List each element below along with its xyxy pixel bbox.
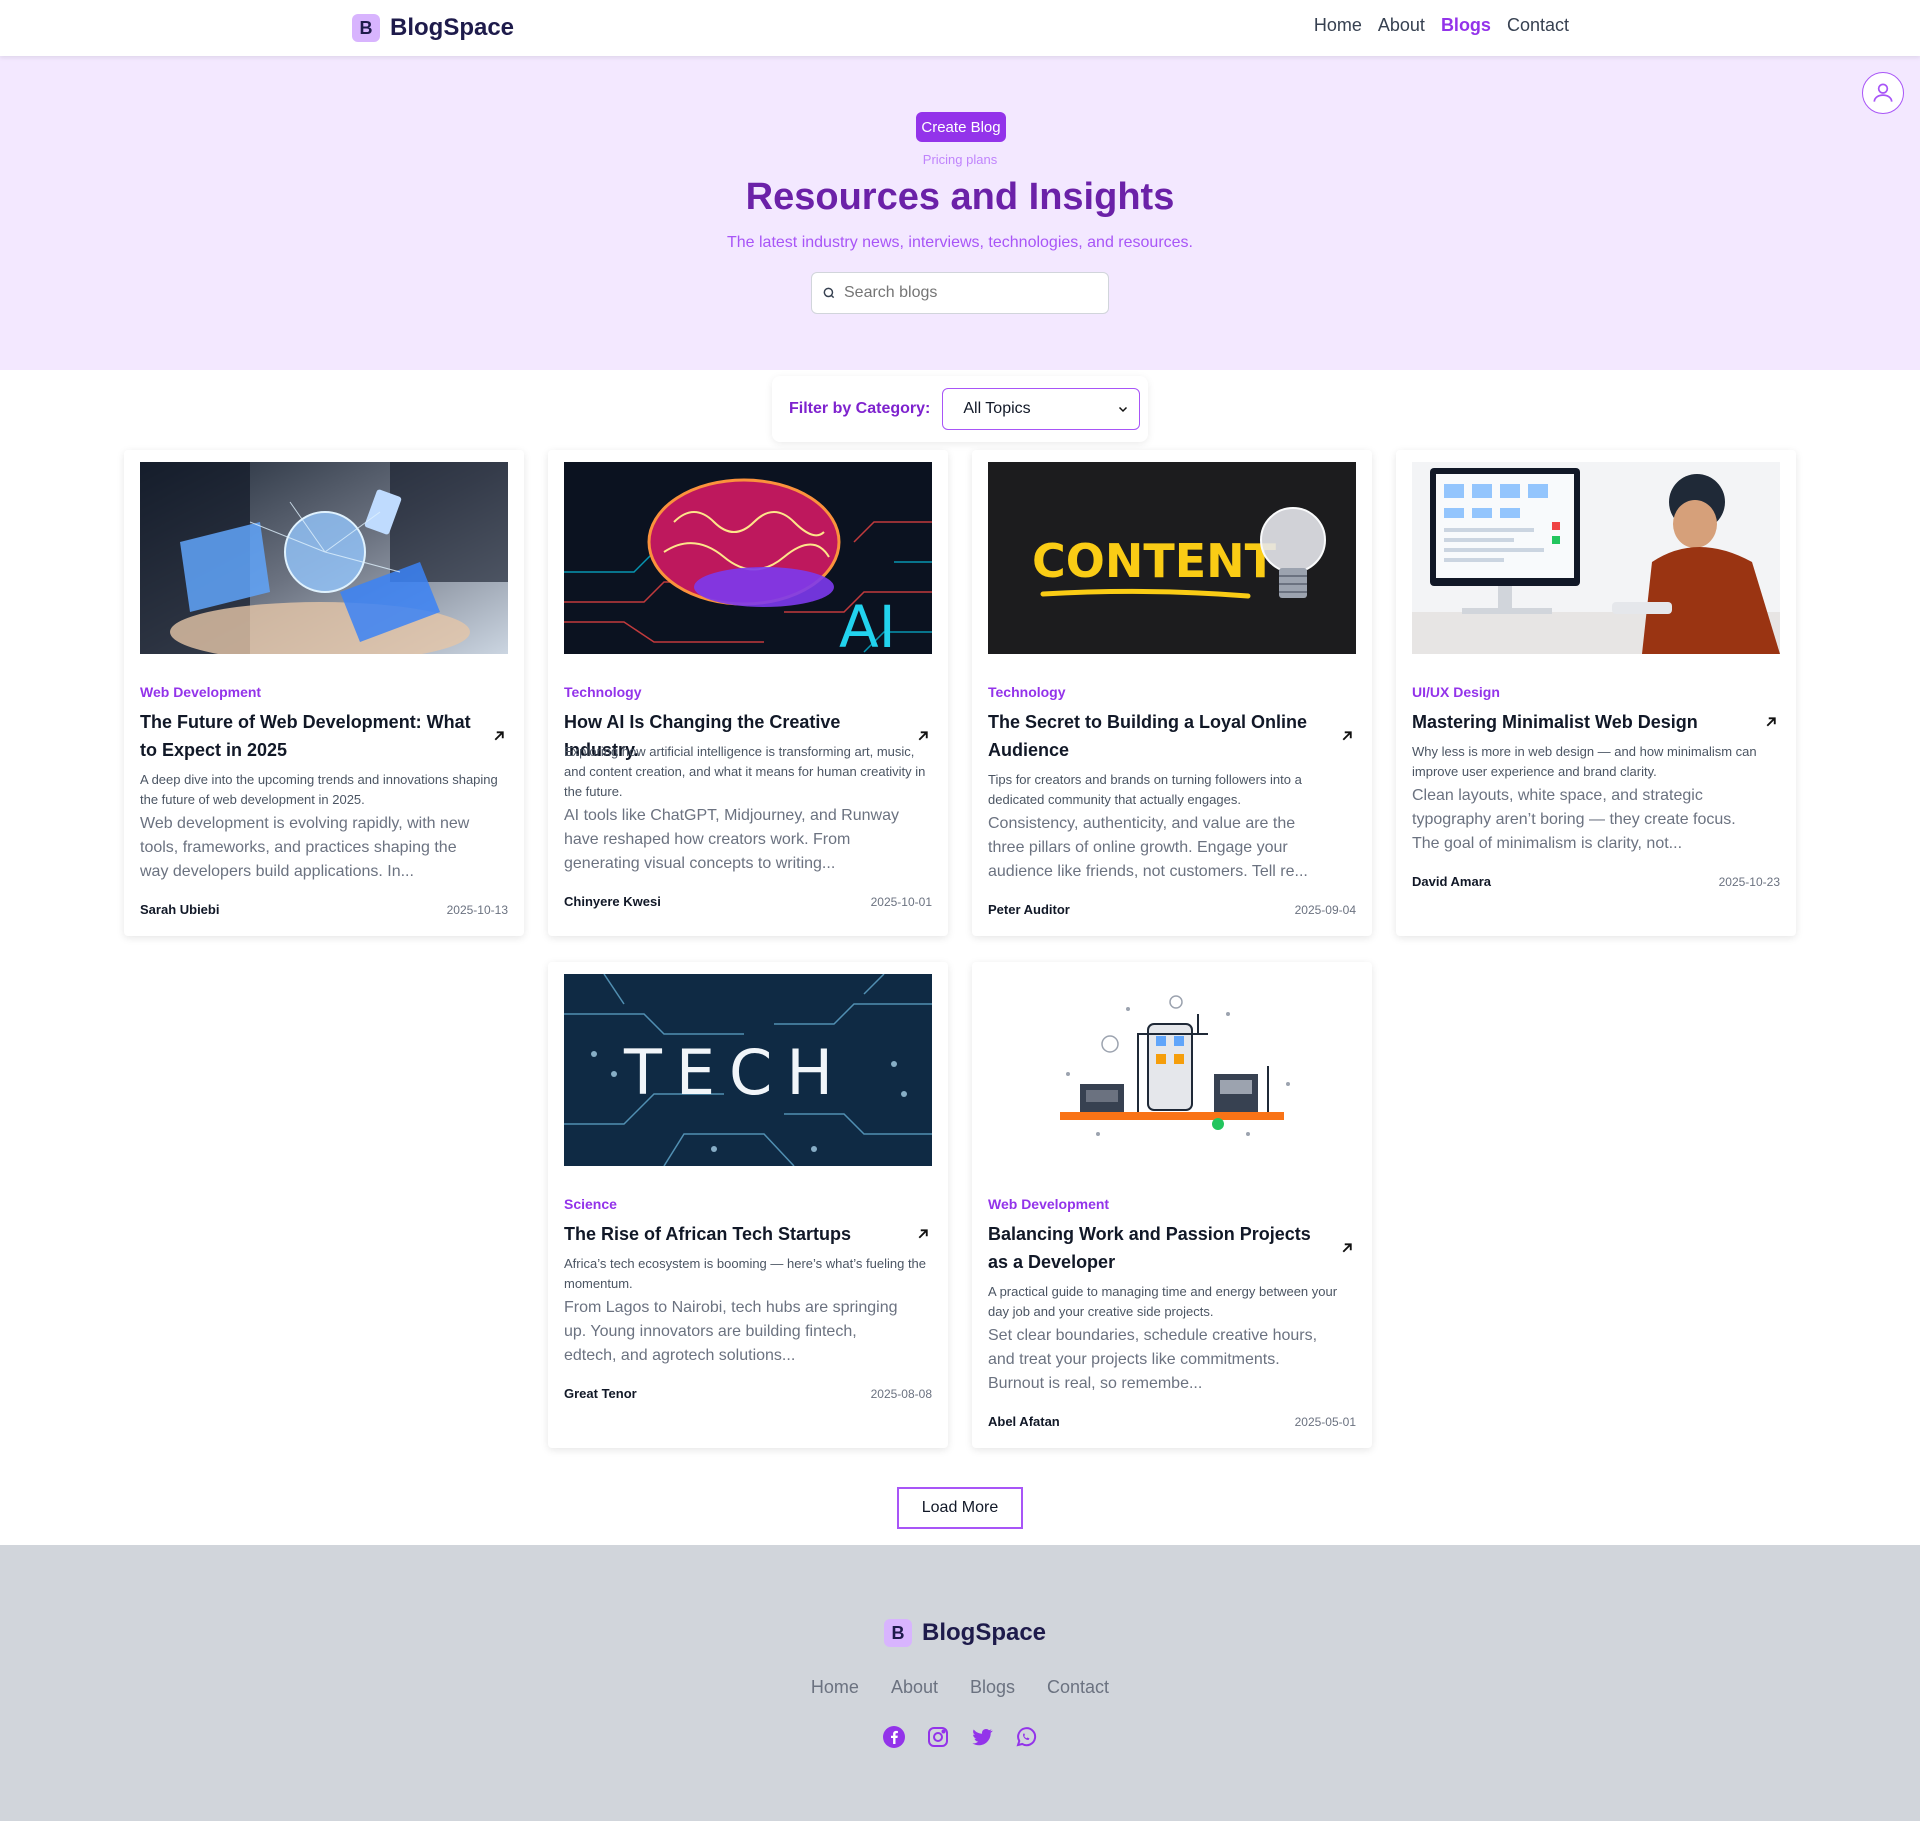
footer-brand-logo[interactable]: B BlogSpace — [884, 1619, 1046, 1647]
search-box — [811, 272, 1109, 314]
nav-home[interactable]: Home — [1314, 15, 1362, 36]
post-category: Web Development — [988, 1196, 1110, 1212]
post-title[interactable]: The Future of Web Development: What to E… — [140, 708, 480, 764]
footer-brand-badge: B — [884, 1619, 912, 1647]
hero-section: Create Blog Pricing plans Resources and … — [0, 56, 1920, 370]
footer-brand-name: BlogSpace — [922, 1619, 1047, 1646]
post-author: Abel Afatan — [988, 1414, 1060, 1429]
post-date: 2025-10-23 — [1718, 875, 1780, 889]
category-select[interactable]: All Topics — [942, 388, 1141, 430]
post-title[interactable]: The Secret to Building a Loyal Online Au… — [988, 708, 1328, 764]
post-body-preview: AI tools like ChatGPT, Midjourney, and R… — [564, 807, 899, 872]
post-author: Sarah Ubiebi — [140, 902, 220, 917]
load-more-button[interactable]: Load More — [897, 1487, 1023, 1529]
post-title[interactable]: The Rise of African Tech Startups — [564, 1220, 904, 1248]
blog-card[interactable]: UI/UX Design Mastering Minimalist Web De… — [1396, 450, 1796, 936]
brand-badge: B — [352, 14, 380, 42]
create-blog-button[interactable]: Create Blog — [916, 112, 1006, 142]
post-author: Great Tenor — [564, 1386, 637, 1401]
post-body-preview: Consistency, authenticity, and value are… — [988, 815, 1308, 880]
post-category: Web Development — [140, 684, 262, 700]
post-date: 2025-10-13 — [446, 903, 508, 917]
post-excerpt: Exploring how artificial intelligence is… — [564, 744, 926, 799]
page-title: Resources and Insights — [745, 176, 1175, 218]
blog-card[interactable]: Web Development Balancing Work and Passi… — [972, 962, 1372, 1448]
post-date: 2025-10-01 — [870, 895, 932, 909]
footer-link-home[interactable]: Home — [811, 1677, 859, 1698]
tech-devices-image — [140, 462, 508, 654]
app-construction-illustration — [988, 974, 1356, 1166]
post-author: Peter Auditor — [988, 902, 1070, 917]
post-category: UI/UX Design — [1412, 684, 1500, 700]
nav-about[interactable]: About — [1378, 15, 1425, 36]
pricing-plans-link[interactable]: Pricing plans — [0, 152, 1920, 167]
filter-label: Filter by Category: — [789, 400, 931, 417]
post-body-preview: From Lagos to Nairobi, tech hubs are spr… — [564, 1299, 898, 1364]
user-avatar-button[interactable] — [1862, 72, 1904, 114]
post-author: Chinyere Kwesi — [564, 894, 661, 909]
nav-contact[interactable]: Contact — [1507, 15, 1569, 36]
post-category: Technology — [988, 684, 1066, 700]
page-subtitle: The latest industry news, interviews, te… — [726, 234, 1193, 251]
category-filter: Filter by Category: All Topics — [772, 376, 1148, 442]
arrow-up-right-icon[interactable] — [1338, 727, 1356, 745]
arrow-up-right-icon[interactable] — [914, 1225, 932, 1243]
post-author: David Amara — [1412, 874, 1491, 889]
nav-blogs[interactable]: Blogs — [1441, 15, 1491, 36]
footer-link-contact[interactable]: Contact — [1047, 1677, 1109, 1698]
post-body-preview: Set clear boundaries, schedule creative … — [988, 1327, 1318, 1392]
blog-card[interactable]: CONTENT Technology The Secret to Buildin… — [972, 450, 1372, 936]
content-lightbulb-image: CONTENT — [988, 462, 1356, 654]
post-excerpt: Why less is more in web design — and how… — [1412, 744, 1757, 779]
post-excerpt: Africa’s tech ecosystem is booming — her… — [564, 1256, 927, 1291]
post-category: Science — [564, 1196, 617, 1212]
svg-text:CONTENT: CONTENT — [1032, 534, 1277, 588]
brand-name: BlogSpace — [390, 14, 515, 41]
footer-link-about[interactable]: About — [891, 1677, 938, 1698]
facebook-icon[interactable] — [882, 1725, 906, 1749]
top-navbar: B BlogSpace Home About Blogs Contact — [0, 0, 1920, 56]
post-excerpt: A practical guide to managing time and e… — [988, 1284, 1338, 1319]
post-date: 2025-09-04 — [1294, 903, 1356, 917]
whatsapp-icon[interactable] — [1014, 1725, 1038, 1749]
search-icon — [823, 287, 835, 299]
designer-desk-image — [1412, 462, 1780, 654]
category-select-value: All Topics — [963, 400, 1031, 417]
post-body-preview: Web development is evolving rapidly, wit… — [140, 815, 470, 880]
post-date: 2025-05-01 — [1294, 1415, 1356, 1429]
post-body-preview: Clean layouts, white space, and strategi… — [1412, 787, 1736, 852]
social-links — [0, 1725, 1920, 1749]
blog-card[interactable]: AI Technology How AI Is Changing the Cre… — [548, 450, 948, 936]
svg-text:TECH: TECH — [623, 1036, 847, 1109]
post-excerpt: A deep dive into the upcoming trends and… — [140, 772, 498, 807]
tech-circuit-image: TECH — [564, 974, 932, 1166]
post-excerpt: Tips for creators and brands on turning … — [988, 772, 1302, 807]
instagram-icon[interactable] — [926, 1725, 950, 1749]
footer-links: Home About Blogs Contact — [0, 1677, 1920, 1698]
svg-text:AI: AI — [839, 593, 896, 654]
post-category: Technology — [564, 684, 642, 700]
user-icon — [1873, 83, 1893, 102]
post-title[interactable]: Mastering Minimalist Web Design — [1412, 708, 1752, 736]
blog-card[interactable]: Web Development The Future of Web Develo… — [124, 450, 524, 936]
footer-link-blogs[interactable]: Blogs — [970, 1677, 1015, 1698]
blog-card[interactable]: TECH Science The Rise of African Tech St… — [548, 962, 948, 1448]
twitter-icon[interactable] — [970, 1725, 994, 1749]
arrow-up-right-icon[interactable] — [1762, 713, 1780, 731]
arrow-up-right-icon[interactable] — [490, 727, 508, 745]
post-date: 2025-08-08 — [870, 1387, 932, 1401]
nav-links: Home About Blogs Contact — [1314, 15, 1569, 36]
site-footer: B BlogSpace Home About Blogs Contact — [0, 1545, 1920, 1821]
post-title[interactable]: Balancing Work and Passion Projects as a… — [988, 1220, 1328, 1276]
chevron-down-icon — [1119, 406, 1128, 413]
brand-logo[interactable]: B BlogSpace — [352, 14, 514, 42]
ai-brain-image: AI — [564, 462, 932, 654]
arrow-up-right-icon[interactable] — [1338, 1239, 1356, 1257]
search-input[interactable] — [844, 284, 1094, 302]
